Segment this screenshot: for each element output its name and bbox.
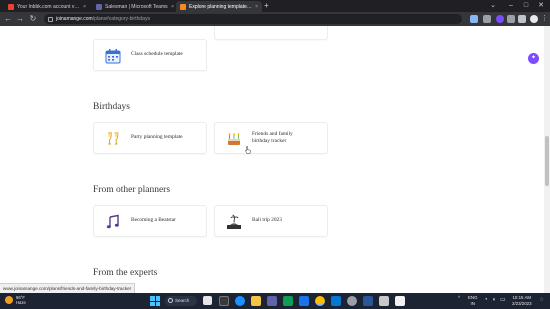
chrome-icon[interactable]	[315, 296, 325, 306]
card-label: Bali trip 2023	[252, 217, 282, 224]
menu-icon[interactable]: ⋮	[541, 15, 548, 23]
close-icon[interactable]: ×	[255, 4, 258, 10]
weather-desc: Haze	[16, 300, 26, 305]
start-menu-icon[interactable]	[150, 296, 160, 306]
windows-taskbar: 66°F Haze Search ^ ENG IN ◔ ◖ ▭ 10:15 AM 2/…	[0, 293, 550, 309]
sidepanel-icon[interactable]	[518, 15, 526, 23]
file-explorer-icon[interactable]	[251, 296, 261, 306]
minimize-icon[interactable]: –	[503, 0, 519, 12]
notifications-icon[interactable]: ◌	[540, 295, 544, 306]
section-title-experts: From the experts	[93, 268, 158, 278]
section-title-other-planners: From other planners	[93, 185, 171, 195]
card-label: Class schedule template	[131, 51, 183, 58]
store-icon[interactable]	[283, 296, 293, 306]
forward-icon[interactable]: →	[15, 14, 25, 24]
tab-strip: Your Inbbk.com account verificati... × S…	[0, 0, 550, 12]
profile-avatar[interactable]	[530, 15, 538, 23]
search-icon	[168, 298, 173, 303]
language-indicator[interactable]: ENG IN	[468, 295, 478, 306]
url-text: joinamange.com/plans#category-birthdays	[56, 16, 150, 22]
template-card-birthday-tracker[interactable]: Friends and family birthday tracker	[214, 122, 328, 154]
close-icon[interactable]: ×	[171, 4, 174, 10]
page-scrollbar[interactable]	[544, 26, 550, 293]
chevron-up-icon[interactable]: ^	[458, 295, 460, 301]
back-icon[interactable]: ←	[3, 14, 13, 24]
template-card-beatstar[interactable]: Becoming a Beatstar	[93, 205, 207, 237]
battery-icon[interactable]: ▭	[500, 295, 506, 306]
edge-icon[interactable]	[235, 296, 245, 306]
lock-icon	[48, 16, 53, 22]
card-label: Party planning template	[131, 134, 183, 141]
sun-icon	[5, 296, 13, 304]
puzzle-icon[interactable]	[507, 15, 515, 23]
clock[interactable]: 10:15 AM 2/23/2023	[512, 295, 532, 306]
champagne-icon	[104, 130, 121, 147]
tab-explore-templates[interactable]: Explore planning templates | An... ×	[176, 1, 262, 12]
card-label: Becoming a Beatstar	[131, 217, 176, 224]
maximize-icon[interactable]: □	[518, 0, 534, 12]
tab-teams[interactable]: Salesman | Microsoft Teams ×	[92, 1, 178, 12]
template-card-party-planning[interactable]: Party planning template	[93, 122, 207, 154]
tab-label: Salesman | Microsoft Teams	[105, 3, 168, 10]
notepad-icon[interactable]	[395, 296, 405, 306]
music-note-icon	[104, 213, 121, 230]
amange-logo-icon	[180, 3, 186, 10]
section-title-birthdays: Birthdays	[93, 102, 130, 112]
extension-icon[interactable]	[496, 15, 504, 23]
browser-toolbar: ← → ↻ joinamange.com/plans#category-birt…	[0, 12, 550, 26]
status-link-preview: www.joinamange.com/plans/friends-and-fam…	[0, 283, 136, 293]
reload-icon[interactable]: ↻	[28, 14, 38, 24]
outlook-icon[interactable]	[331, 296, 341, 306]
card-label: Friends and family birthday tracker	[252, 130, 293, 145]
wifi-icon[interactable]: ◔	[484, 295, 488, 306]
calendar-icon	[104, 47, 121, 64]
app-icon[interactable]	[379, 296, 389, 306]
close-icon[interactable]: ×	[83, 4, 86, 10]
settings-gear-icon[interactable]	[347, 296, 357, 306]
island-icon	[225, 213, 242, 230]
page-content: Class schedule template Birthdays Party …	[0, 26, 550, 293]
scrollbar-thumb[interactable]	[545, 136, 549, 186]
template-card-bali-trip[interactable]: Bali trip 2023	[214, 205, 328, 237]
gmail-icon	[8, 3, 14, 10]
bookmark-star-icon[interactable]	[483, 15, 491, 23]
word-icon[interactable]	[363, 296, 373, 306]
volume-icon[interactable]: ◖	[492, 295, 496, 306]
cake-icon	[225, 130, 242, 147]
tab-search-icon[interactable]: ⌄	[488, 1, 498, 11]
share-icon[interactable]	[470, 15, 478, 23]
template-card-class-schedule[interactable]: Class schedule template	[93, 39, 207, 71]
assistant-fab-icon[interactable]: ✦	[528, 53, 539, 64]
mail-icon[interactable]	[299, 296, 309, 306]
tab-inbox[interactable]: Your Inbbk.com account verificati... ×	[4, 1, 90, 12]
widgets-icon[interactable]	[219, 296, 229, 306]
new-tab-button[interactable]: +	[264, 1, 269, 11]
task-view-icon[interactable]	[203, 296, 212, 305]
tab-label: Your Inbbk.com account verificati...	[17, 3, 80, 10]
tab-label: Explore planning templates | An...	[189, 3, 253, 10]
template-card-previous[interactable]	[214, 26, 328, 40]
weather-widget[interactable]: 66°F Haze	[5, 295, 26, 305]
search-label: Search	[175, 298, 190, 303]
taskbar-search[interactable]: Search	[165, 296, 197, 306]
address-bar[interactable]: joinamange.com/plans#category-birthdays	[44, 14, 462, 24]
window-close-icon[interactable]: ✕	[533, 0, 549, 12]
hand-cursor-icon	[245, 146, 251, 154]
teams-icon	[96, 3, 102, 10]
teams-taskbar-icon[interactable]	[267, 296, 277, 306]
